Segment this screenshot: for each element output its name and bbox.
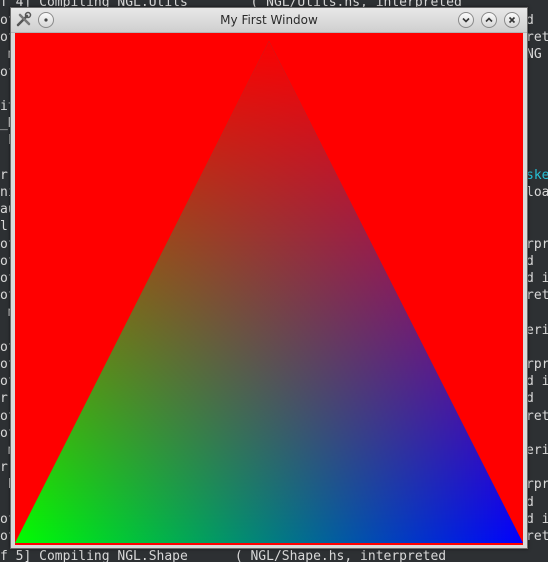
terminal-line: ske <box>526 167 548 183</box>
terminal-line: loa <box>526 185 548 200</box>
terminal-line: d i <box>526 511 548 527</box>
title-bar[interactable]: My First Window <box>11 8 527 33</box>
terminal-line: rpr <box>526 477 548 493</box>
terminal-line: ret <box>526 288 548 304</box>
terminal-line: r <box>0 391 8 407</box>
app-window[interactable]: My First Window <box>10 7 528 549</box>
terminal-bottom-line: f 5] Compiling NGL.Shape ( NGL/Shape.hs,… <box>0 549 447 562</box>
gl-canvas[interactable] <box>15 33 523 545</box>
minimize-button[interactable] <box>458 12 474 28</box>
terminal-line: NG <box>526 47 542 63</box>
close-button[interactable] <box>504 12 520 28</box>
terminal-line: d i <box>526 271 548 286</box>
terminal-line: rpr <box>526 357 548 372</box>
terminal-line: d i <box>526 374 548 390</box>
terminal-line: rpr <box>526 236 548 252</box>
terminal-line: ret <box>526 408 548 424</box>
window-title: My First Window <box>220 13 318 27</box>
color-triangle <box>15 41 523 543</box>
chevron-up-icon <box>485 17 493 23</box>
close-icon <box>508 16 516 24</box>
chevron-down-icon <box>462 17 470 23</box>
terminal-line: eri <box>526 322 548 338</box>
maximize-button[interactable] <box>481 12 497 28</box>
terminal-line: eri <box>526 443 548 458</box>
terminal-line: ret <box>526 30 548 46</box>
terminal-line: r <box>0 167 8 183</box>
terminal-line: r <box>0 460 8 476</box>
terminal-line: l <box>0 219 8 235</box>
terminal-line: ret <box>526 529 548 544</box>
